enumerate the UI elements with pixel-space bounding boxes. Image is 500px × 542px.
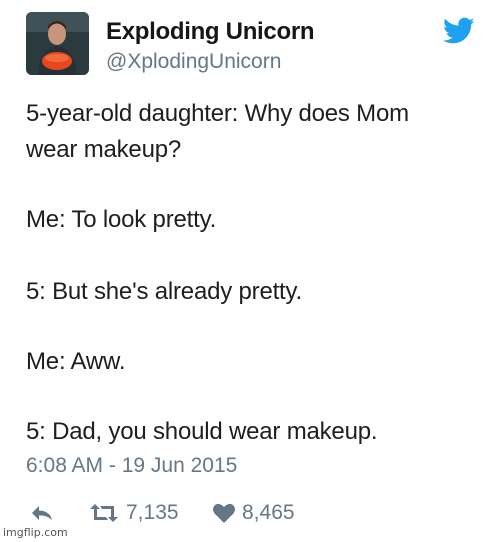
watermark-text: imgflip.com — [3, 526, 68, 539]
tweet-text-line: 5: Dad, you should wear makeup. — [26, 418, 378, 445]
twitter-bird-icon[interactable] — [443, 17, 475, 45]
like-button[interactable]: 8,465 — [212, 500, 295, 526]
retweet-icon — [90, 504, 118, 522]
tweet-timestamp[interactable]: 6:08 AM - 19 Jun 2015 — [26, 454, 237, 478]
tweet-text-line: wear makeup? — [26, 136, 182, 163]
tweet-text-line: Me: To look pretty. — [26, 206, 217, 233]
like-count: 8,465 — [242, 501, 295, 524]
profile-photo — [26, 12, 89, 75]
author-handle[interactable]: @XplodingUnicorn — [106, 50, 281, 74]
reply-icon — [32, 506, 52, 520]
tweet-text-line: 5-year-old daughter: Why does Mom — [26, 100, 409, 127]
avatar[interactable] — [26, 12, 89, 75]
tweet-text-line: Me: Aww. — [26, 348, 126, 375]
tweet-text-line: 5: But she's already pretty. — [26, 278, 303, 305]
retweet-count: 7,135 — [126, 501, 179, 524]
reply-button[interactable] — [30, 500, 54, 526]
tweet-card: Exploding Unicorn @XplodingUnicorn 5-yea… — [0, 0, 500, 542]
retweet-button[interactable]: 7,135 — [88, 500, 179, 526]
heart-icon — [213, 503, 235, 523]
author-display-name[interactable]: Exploding Unicorn — [106, 18, 315, 46]
